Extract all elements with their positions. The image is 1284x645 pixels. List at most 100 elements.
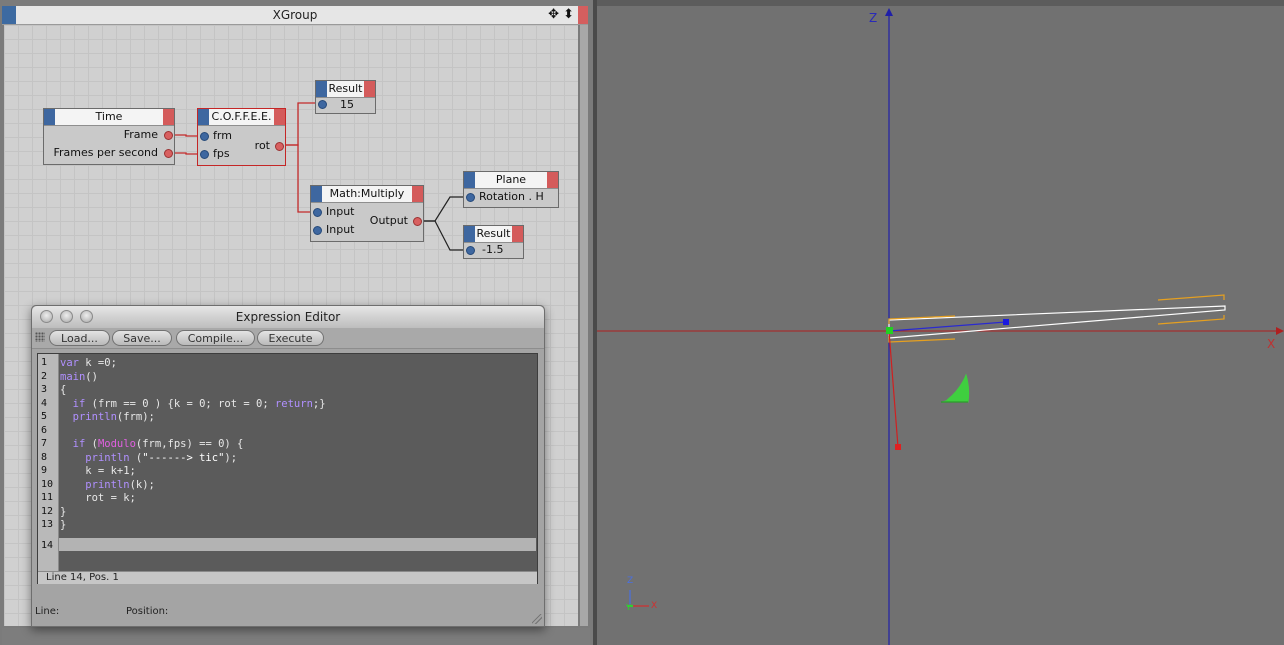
output-port-frame[interactable] (164, 131, 173, 140)
line-number: 3 (41, 384, 48, 395)
wire-frame-frm (174, 134, 198, 137)
rotation-arc-handle (941, 373, 970, 403)
wire-rot-result (283, 102, 316, 146)
local-x-handle (1003, 319, 1009, 325)
resize-grip-icon[interactable] (532, 614, 542, 624)
code-line: println(k); (85, 478, 155, 491)
cursor-position-status: Line 14, Pos. 1 (46, 572, 119, 583)
load-button[interactable]: Load... (49, 330, 110, 346)
plane-outline (888, 305, 1226, 339)
local-z-axis (888, 330, 899, 448)
input-port-result2[interactable] (466, 246, 475, 255)
footer-position-label: Position: (126, 606, 169, 617)
viewport-scene (597, 8, 1284, 645)
node-plane[interactable]: Plane Rotation . H (463, 171, 559, 208)
input-port-rotation-h[interactable] (466, 193, 475, 202)
node-result-15[interactable]: Result 15 (315, 80, 376, 114)
code-line: println ("------> tic"); (85, 451, 238, 464)
gizmo-x-label: X (651, 601, 658, 611)
save-button[interactable]: Save... (112, 330, 172, 346)
line-number: 14 (41, 540, 54, 551)
node-time[interactable]: Time Frame Frames per second (43, 108, 175, 165)
execute-button[interactable]: Execute (257, 330, 324, 346)
expression-editor-window[interactable]: Expression Editor Load... Save... Compil… (31, 305, 545, 627)
node-plane-title: Plane (495, 173, 527, 186)
node-result2-title: Result (476, 227, 511, 240)
expression-editor-titlebar[interactable]: Expression Editor (32, 306, 544, 329)
result2-value: -1.5 (482, 243, 504, 256)
input-port-frm[interactable] (200, 132, 209, 141)
compile-button[interactable]: Compile... (176, 330, 255, 346)
wire-fps-fps (174, 152, 198, 155)
line-number: 13 (41, 519, 54, 530)
gizmo-z-label: Z (627, 576, 634, 586)
result-value: 15 (340, 98, 354, 111)
z-axis-arrow (885, 8, 893, 16)
code-line: { (60, 384, 67, 396)
input-port-input-2[interactable] (313, 226, 322, 235)
line-number: 2 (41, 370, 48, 382)
port-fps: fps (213, 147, 230, 160)
line-number: 10 (41, 478, 54, 490)
line-number: 7 (41, 438, 48, 449)
toolbar-grip-icon[interactable] (35, 332, 45, 342)
wire-output-plane (423, 196, 464, 222)
gizmo-y-label: Y (626, 603, 631, 612)
line-number: 6 (41, 424, 48, 436)
editor-status-bar: Line 14, Pos. 1 (38, 571, 537, 584)
3d-viewport[interactable]: Z X Z X Y (597, 6, 1284, 645)
line-number-gutter: 1 2 3 4 5 6 7 8 9 10 11 12 13 14 (38, 354, 59, 571)
x-axis-label: X (1267, 337, 1276, 351)
input-port-result[interactable] (318, 100, 327, 109)
port-output: Output (369, 214, 408, 227)
node-math-multiply[interactable]: Math:Multiply Input Input Output (310, 185, 424, 242)
port-rotation-h: Rotation . H (479, 190, 544, 203)
input-port-fps[interactable] (200, 150, 209, 159)
local-y-handle (886, 327, 893, 334)
output-port-rot[interactable] (275, 142, 284, 151)
code-line: var k =0; (60, 357, 117, 369)
port-frame: Frame (123, 128, 158, 141)
expression-editor-title: Expression Editor (235, 310, 341, 324)
port-frm: frm (213, 129, 232, 142)
port-frames-per-second: Frames per second (53, 146, 159, 159)
output-port-output[interactable] (413, 217, 422, 226)
node-time-title: Time (95, 110, 123, 123)
z-axis-label: Z (869, 11, 878, 25)
port-input-1: Input (326, 205, 355, 218)
wire-rot-multiply (283, 144, 312, 213)
line-number: 5 (41, 411, 48, 422)
code-line: rot = k; (60, 492, 136, 504)
plane-bbox-corner-tr (1157, 294, 1225, 301)
node-result-title: Result (328, 82, 363, 95)
node-coffee-title: C.O.F.F.E.E. (211, 110, 272, 123)
plane-bbox-corner-br (1157, 315, 1225, 325)
wire-output-result (423, 220, 464, 251)
port-input-2: Input (326, 223, 355, 236)
current-line-highlight (59, 538, 536, 551)
node-coffee[interactable]: C.O.F.F.E.E. frm fps rot (197, 108, 286, 166)
code-line: if (Modulo(frm,fps) == 0) { (72, 438, 244, 450)
code-editor[interactable]: 1 2 3 4 5 6 7 8 9 10 11 12 13 14 var k =… (37, 353, 538, 584)
code-line: } (60, 505, 67, 518)
port-rot: rot (254, 139, 270, 152)
local-z-handle (895, 444, 901, 450)
code-line: } (60, 519, 67, 531)
code-line: main() (60, 370, 98, 383)
code-line: k = k+1; (60, 465, 136, 477)
code-line: if (frm == 0 ) {k = 0; rot = 0; return;} (72, 397, 326, 410)
editor-toolbar: Load... Save... Compile... Execute (32, 328, 544, 349)
line-number: 1 (41, 357, 48, 368)
input-port-input-1[interactable] (313, 208, 322, 217)
line-number: 11 (41, 492, 54, 503)
line-number: 9 (41, 465, 48, 476)
footer-line-label: Line: (35, 606, 60, 617)
line-number: 4 (41, 397, 48, 409)
output-port-fps[interactable] (164, 149, 173, 158)
node-multiply-title: Math:Multiply (329, 187, 405, 200)
code-line: println(frm); (72, 411, 155, 423)
x-axis-arrow (1276, 327, 1284, 335)
node-result-neg[interactable]: Result -1.5 (463, 225, 524, 259)
line-number: 12 (41, 505, 54, 517)
line-number: 8 (41, 451, 48, 463)
